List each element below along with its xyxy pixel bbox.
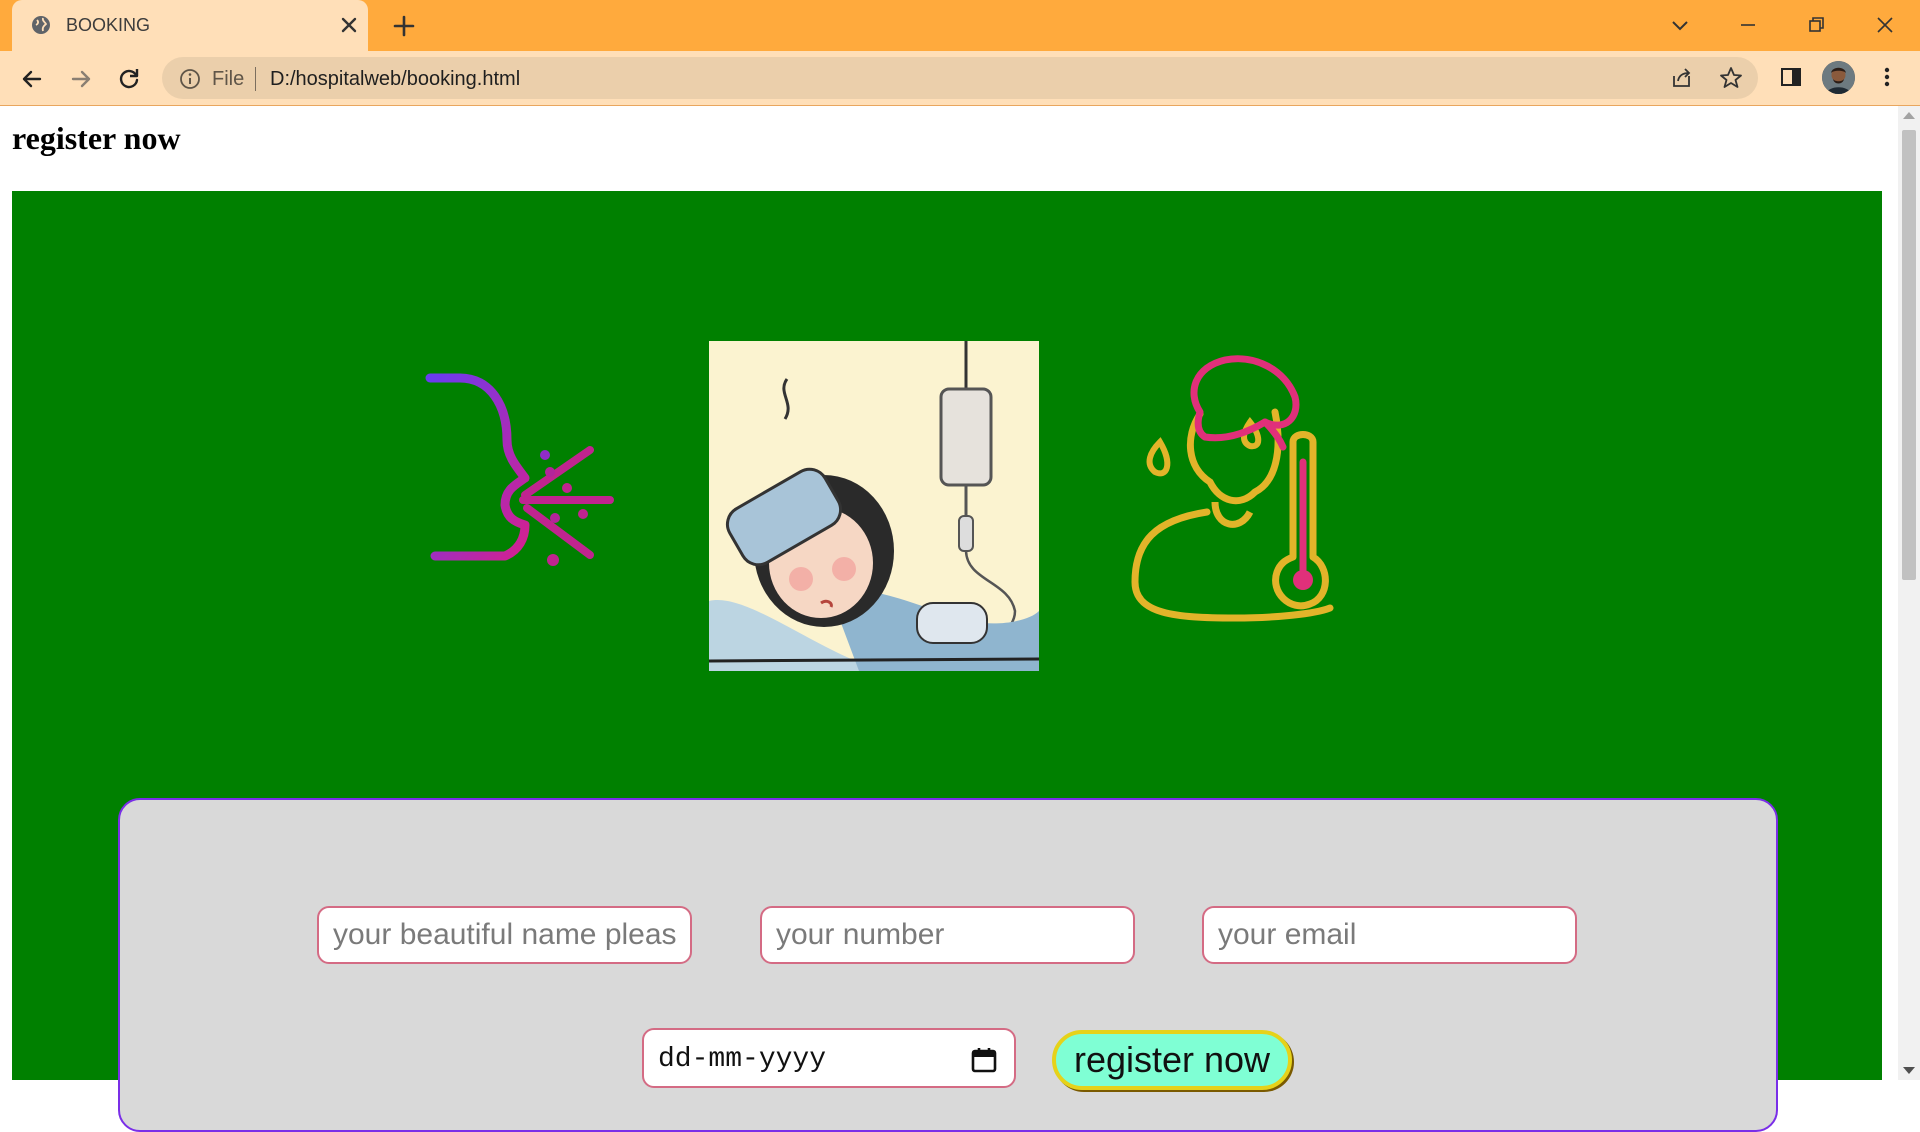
menu-kebab-icon[interactable] (1874, 64, 1900, 90)
address-url[interactable]: D:/hospitalweb/booking.html (270, 68, 520, 91)
back-icon[interactable] (18, 65, 46, 93)
globe-icon (32, 16, 50, 34)
bookmark-star-icon[interactable] (1718, 65, 1744, 91)
minimize-icon[interactable] (1733, 10, 1763, 40)
reload-icon[interactable] (115, 65, 143, 93)
browser-toolbar: File D:/hospitalweb/booking.html (0, 51, 1920, 106)
profile-photo-icon (1822, 61, 1855, 94)
restore-icon[interactable] (1801, 10, 1831, 40)
forward-icon[interactable] (67, 65, 95, 93)
date-input[interactable]: dd-mm-yyyy (642, 1028, 1016, 1088)
new-tab-icon[interactable] (391, 13, 417, 39)
scroll-down-arrow-icon[interactable] (1903, 1067, 1915, 1074)
address-bar[interactable]: File D:/hospitalweb/booking.html (162, 57, 1758, 99)
address-scheme: File (212, 68, 245, 90)
tab-title: BOOKING (66, 15, 151, 35)
info-icon[interactable] (179, 68, 201, 90)
name-input[interactable] (317, 906, 692, 964)
date-placeholder: dd-mm-yyyy (658, 1044, 827, 1075)
close-tab-icon[interactable] (337, 13, 361, 37)
page-title: register now (12, 120, 181, 156)
fever-icon (1131, 355, 1334, 622)
number-input[interactable] (760, 906, 1135, 964)
profile-avatar[interactable] (1822, 61, 1855, 94)
cough-icon (425, 373, 614, 566)
sick-patient-illustration (709, 341, 1039, 671)
scroll-up-arrow-icon[interactable] (1903, 112, 1915, 119)
tab-strip: BOOKING (0, 0, 1920, 51)
side-panel-icon[interactable] (1778, 64, 1804, 90)
close-window-icon[interactable] (1870, 10, 1900, 40)
register-button[interactable]: register now (1052, 1030, 1292, 1090)
email-input[interactable] (1202, 906, 1577, 964)
browser-tab[interactable]: BOOKING (12, 0, 368, 51)
address-separator (255, 67, 256, 91)
page-scrollbar[interactable] (1898, 106, 1920, 1080)
share-icon[interactable] (1669, 65, 1695, 91)
calendar-icon[interactable] (970, 1046, 998, 1074)
tab-search-icon[interactable] (1665, 10, 1695, 40)
scrollbar-thumb[interactable] (1902, 130, 1916, 580)
